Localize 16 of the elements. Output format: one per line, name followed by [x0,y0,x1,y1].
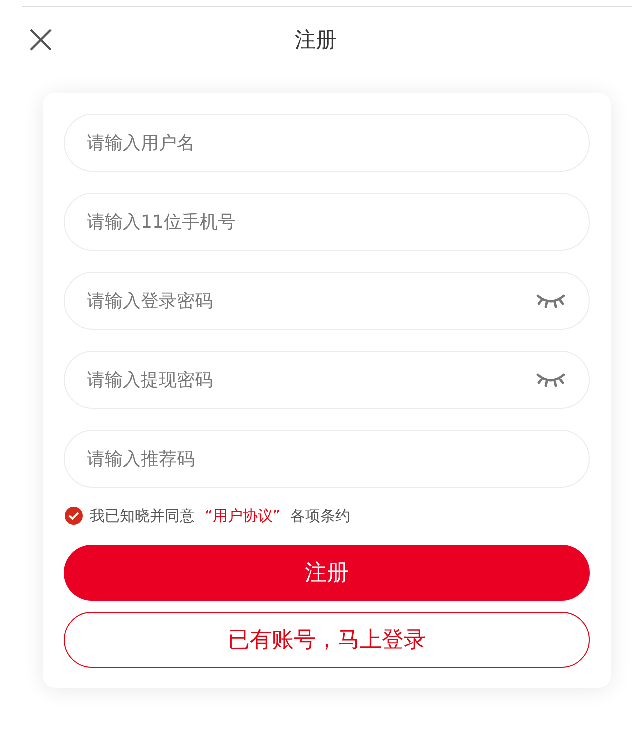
input-field[interactable]: 请输入登录密码 [64,272,590,330]
input-field[interactable]: 请输入提现密码 [64,351,590,409]
agreement-text: 各项条约 [290,506,351,526]
closed-eye-icon[interactable] [536,293,566,309]
close-icon [29,28,53,52]
input-field[interactable]: 请输入推荐码 [64,430,590,488]
user-agreement-link[interactable]: “用户协议” [205,506,281,526]
register-button[interactable]: 注册 [64,545,590,601]
checkbox[interactable] [64,506,84,526]
agreement-text: 我已知晓并同意 [90,506,195,526]
closed-eye-icon[interactable] [536,372,566,388]
page-title: 注册 [295,27,337,54]
input-field[interactable]: 请输入用户名 [64,114,590,172]
login-button[interactable]: 已有账号，马上登录 [64,612,590,668]
close-button[interactable] [29,28,53,52]
input-field[interactable]: 请输入11位手机号 [64,193,590,251]
